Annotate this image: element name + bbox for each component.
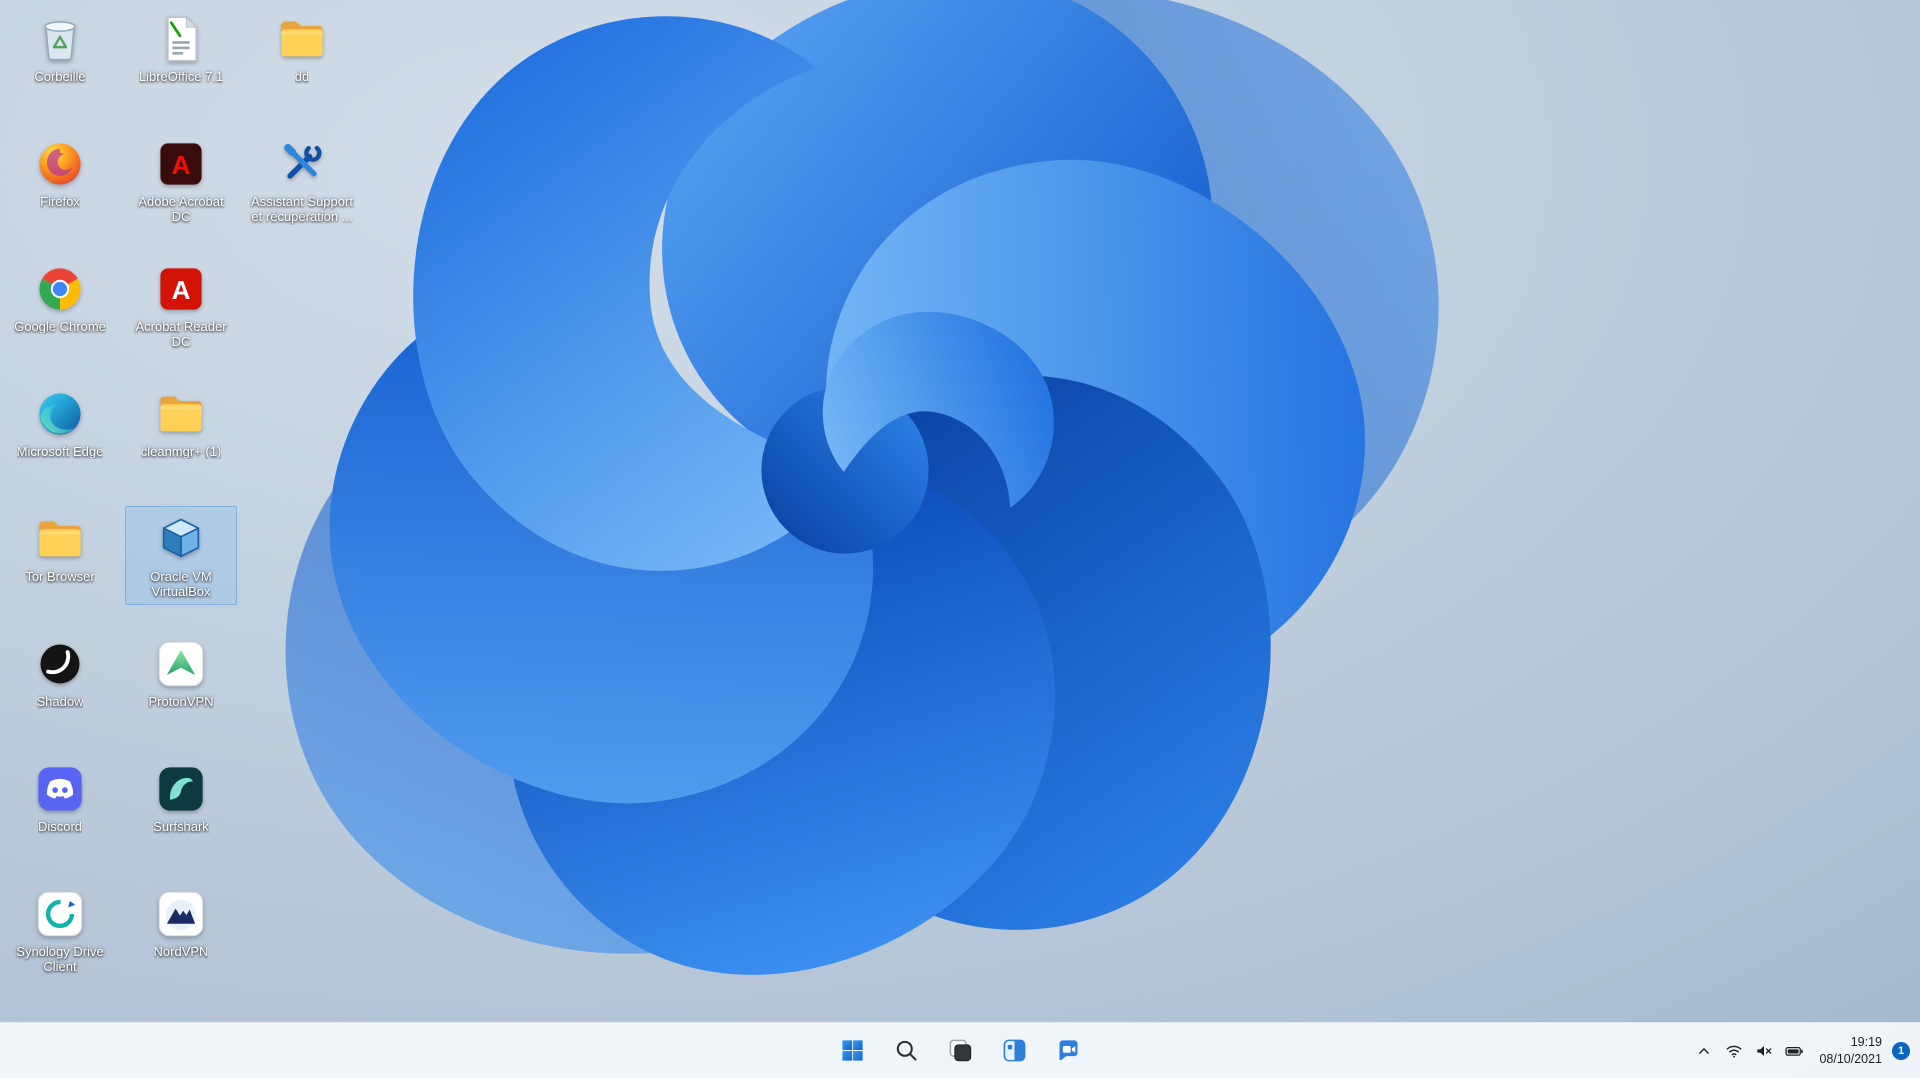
- desktop-icon-label: LibreOffice 7.1: [138, 69, 224, 84]
- desktop-icon-shadow[interactable]: Shadow: [4, 631, 116, 714]
- synology-icon: [33, 887, 87, 941]
- desktop-icon-label: Microsoft Edge: [16, 444, 104, 459]
- edge-icon: [33, 387, 87, 441]
- widgets-button[interactable]: [992, 1029, 1036, 1073]
- network-button[interactable]: [1719, 1030, 1749, 1072]
- discord-icon: [33, 762, 87, 816]
- desktop-icon-label: Corbeille: [34, 69, 86, 84]
- desktop-icon-protonvpn[interactable]: ProtonVPN: [125, 631, 237, 714]
- volume-button[interactable]: [1749, 1030, 1779, 1072]
- volume-muted-icon: [1754, 1041, 1774, 1061]
- taskbar-clock[interactable]: 19:19 08/10/2021: [1809, 1034, 1892, 1068]
- libreoffice-icon: [154, 12, 208, 66]
- clock-date: 08/10/2021: [1819, 1051, 1882, 1066]
- desktop-icon-adobe-acrobat-dc[interactable]: A Adobe Acrobat DC: [125, 131, 237, 230]
- desktop-icon-label: Shadow: [36, 694, 84, 709]
- desktop-icon-label: Tor Browser: [25, 569, 95, 584]
- desktop-icon-label: Surfshark: [153, 819, 209, 834]
- widgets-icon: [1001, 1037, 1028, 1064]
- chat-icon: [1055, 1037, 1082, 1064]
- search-button[interactable]: [884, 1029, 928, 1073]
- taskbar: 19:19 08/10/2021 1: [0, 1022, 1920, 1078]
- desktop-icon-google-chrome[interactable]: Google Chrome: [4, 256, 116, 339]
- hidden-icons-button[interactable]: [1689, 1030, 1719, 1072]
- acrobat-dc-icon: A: [154, 137, 208, 191]
- battery-icon: [1784, 1041, 1804, 1061]
- folder-icon: [33, 512, 87, 566]
- desktop-icon-label: Discord: [37, 819, 83, 834]
- taskbar-center-buttons: [830, 1029, 1090, 1073]
- start-icon: [839, 1037, 866, 1064]
- chrome-icon: [33, 262, 87, 316]
- firefox-icon: [33, 137, 87, 191]
- desktop-icon-label: NordVPN: [153, 944, 209, 959]
- desktop-icon-label: cleanmgr+ (1): [140, 444, 222, 459]
- desktop-icon-surfshark[interactable]: Surfshark: [125, 756, 237, 839]
- desktop-icon-virtualbox[interactable]: Oracle VM VirtualBox: [125, 506, 237, 605]
- desktop-icon-assistant-support[interactable]: Assistant Support et récupération ...: [246, 131, 358, 230]
- protonvpn-icon: [154, 637, 208, 691]
- chevron-up-icon: [1694, 1041, 1714, 1061]
- system-tray: 19:19 08/10/2021 1: [1689, 1023, 1914, 1078]
- svg-text:A: A: [172, 150, 191, 180]
- support-tools-icon: [275, 137, 329, 191]
- svg-text:A: A: [172, 275, 191, 305]
- desktop-icon-grid: Corbeille LibreOffice 7.1 dd Firefox A Adobe …: [0, 0, 1920, 1022]
- desktop-icon-label: Synology Drive Client: [16, 944, 104, 975]
- notification-badge[interactable]: 1: [1892, 1041, 1910, 1060]
- desktop-icon-discord[interactable]: Discord: [4, 756, 116, 839]
- desktop-icon-tor-browser[interactable]: Tor Browser: [4, 506, 116, 589]
- desktop-icon-label: ProtonVPN: [148, 694, 214, 709]
- desktop-icon-label: Oracle VM VirtualBox: [150, 569, 212, 600]
- reader-dc-icon: A: [154, 262, 208, 316]
- surfshark-icon: [154, 762, 208, 816]
- task-view-button[interactable]: [938, 1029, 982, 1073]
- virtualbox-icon: [154, 512, 208, 566]
- chat-button[interactable]: [1046, 1029, 1090, 1073]
- desktop-icon-cleanmgr[interactable]: cleanmgr+ (1): [125, 381, 237, 464]
- start-button[interactable]: [830, 1029, 874, 1073]
- desktop-icon-synology[interactable]: Synology Drive Client: [4, 881, 116, 980]
- desktop-icon-microsoft-edge[interactable]: Microsoft Edge: [4, 381, 116, 464]
- desktop-icon-label: Assistant Support et récupération ...: [251, 194, 353, 225]
- folder-icon: [275, 12, 329, 66]
- nordvpn-icon: [154, 887, 208, 941]
- tray-icon-group: [1689, 1030, 1809, 1072]
- desktop-icon-libreoffice[interactable]: LibreOffice 7.1: [125, 6, 237, 89]
- desktop-icon-corbeille[interactable]: Corbeille: [4, 6, 116, 89]
- desktop-icon-dd[interactable]: dd: [246, 6, 358, 89]
- search-icon: [893, 1037, 920, 1064]
- wifi-icon: [1724, 1041, 1744, 1061]
- desktop-icon-label: Adobe Acrobat DC: [138, 194, 224, 225]
- desktop-icon-nordvpn[interactable]: NordVPN: [125, 881, 237, 964]
- desktop-icon-label: dd: [294, 69, 310, 84]
- desktop-icon-label: Firefox: [40, 194, 80, 209]
- battery-button[interactable]: [1779, 1030, 1809, 1072]
- desktop-icon-acrobat-reader-dc[interactable]: A Acrobat Reader DC: [125, 256, 237, 355]
- task-view-icon: [947, 1037, 974, 1064]
- desktop-icon-label: Acrobat Reader DC: [135, 319, 227, 350]
- desktop-icon-firefox[interactable]: Firefox: [4, 131, 116, 214]
- recycle-bin-icon: [33, 12, 87, 66]
- clock-time: 19:19: [1850, 1034, 1882, 1049]
- desktop-icon-label: Google Chrome: [14, 319, 106, 334]
- shadow-icon: [33, 637, 87, 691]
- folder-icon: [154, 387, 208, 441]
